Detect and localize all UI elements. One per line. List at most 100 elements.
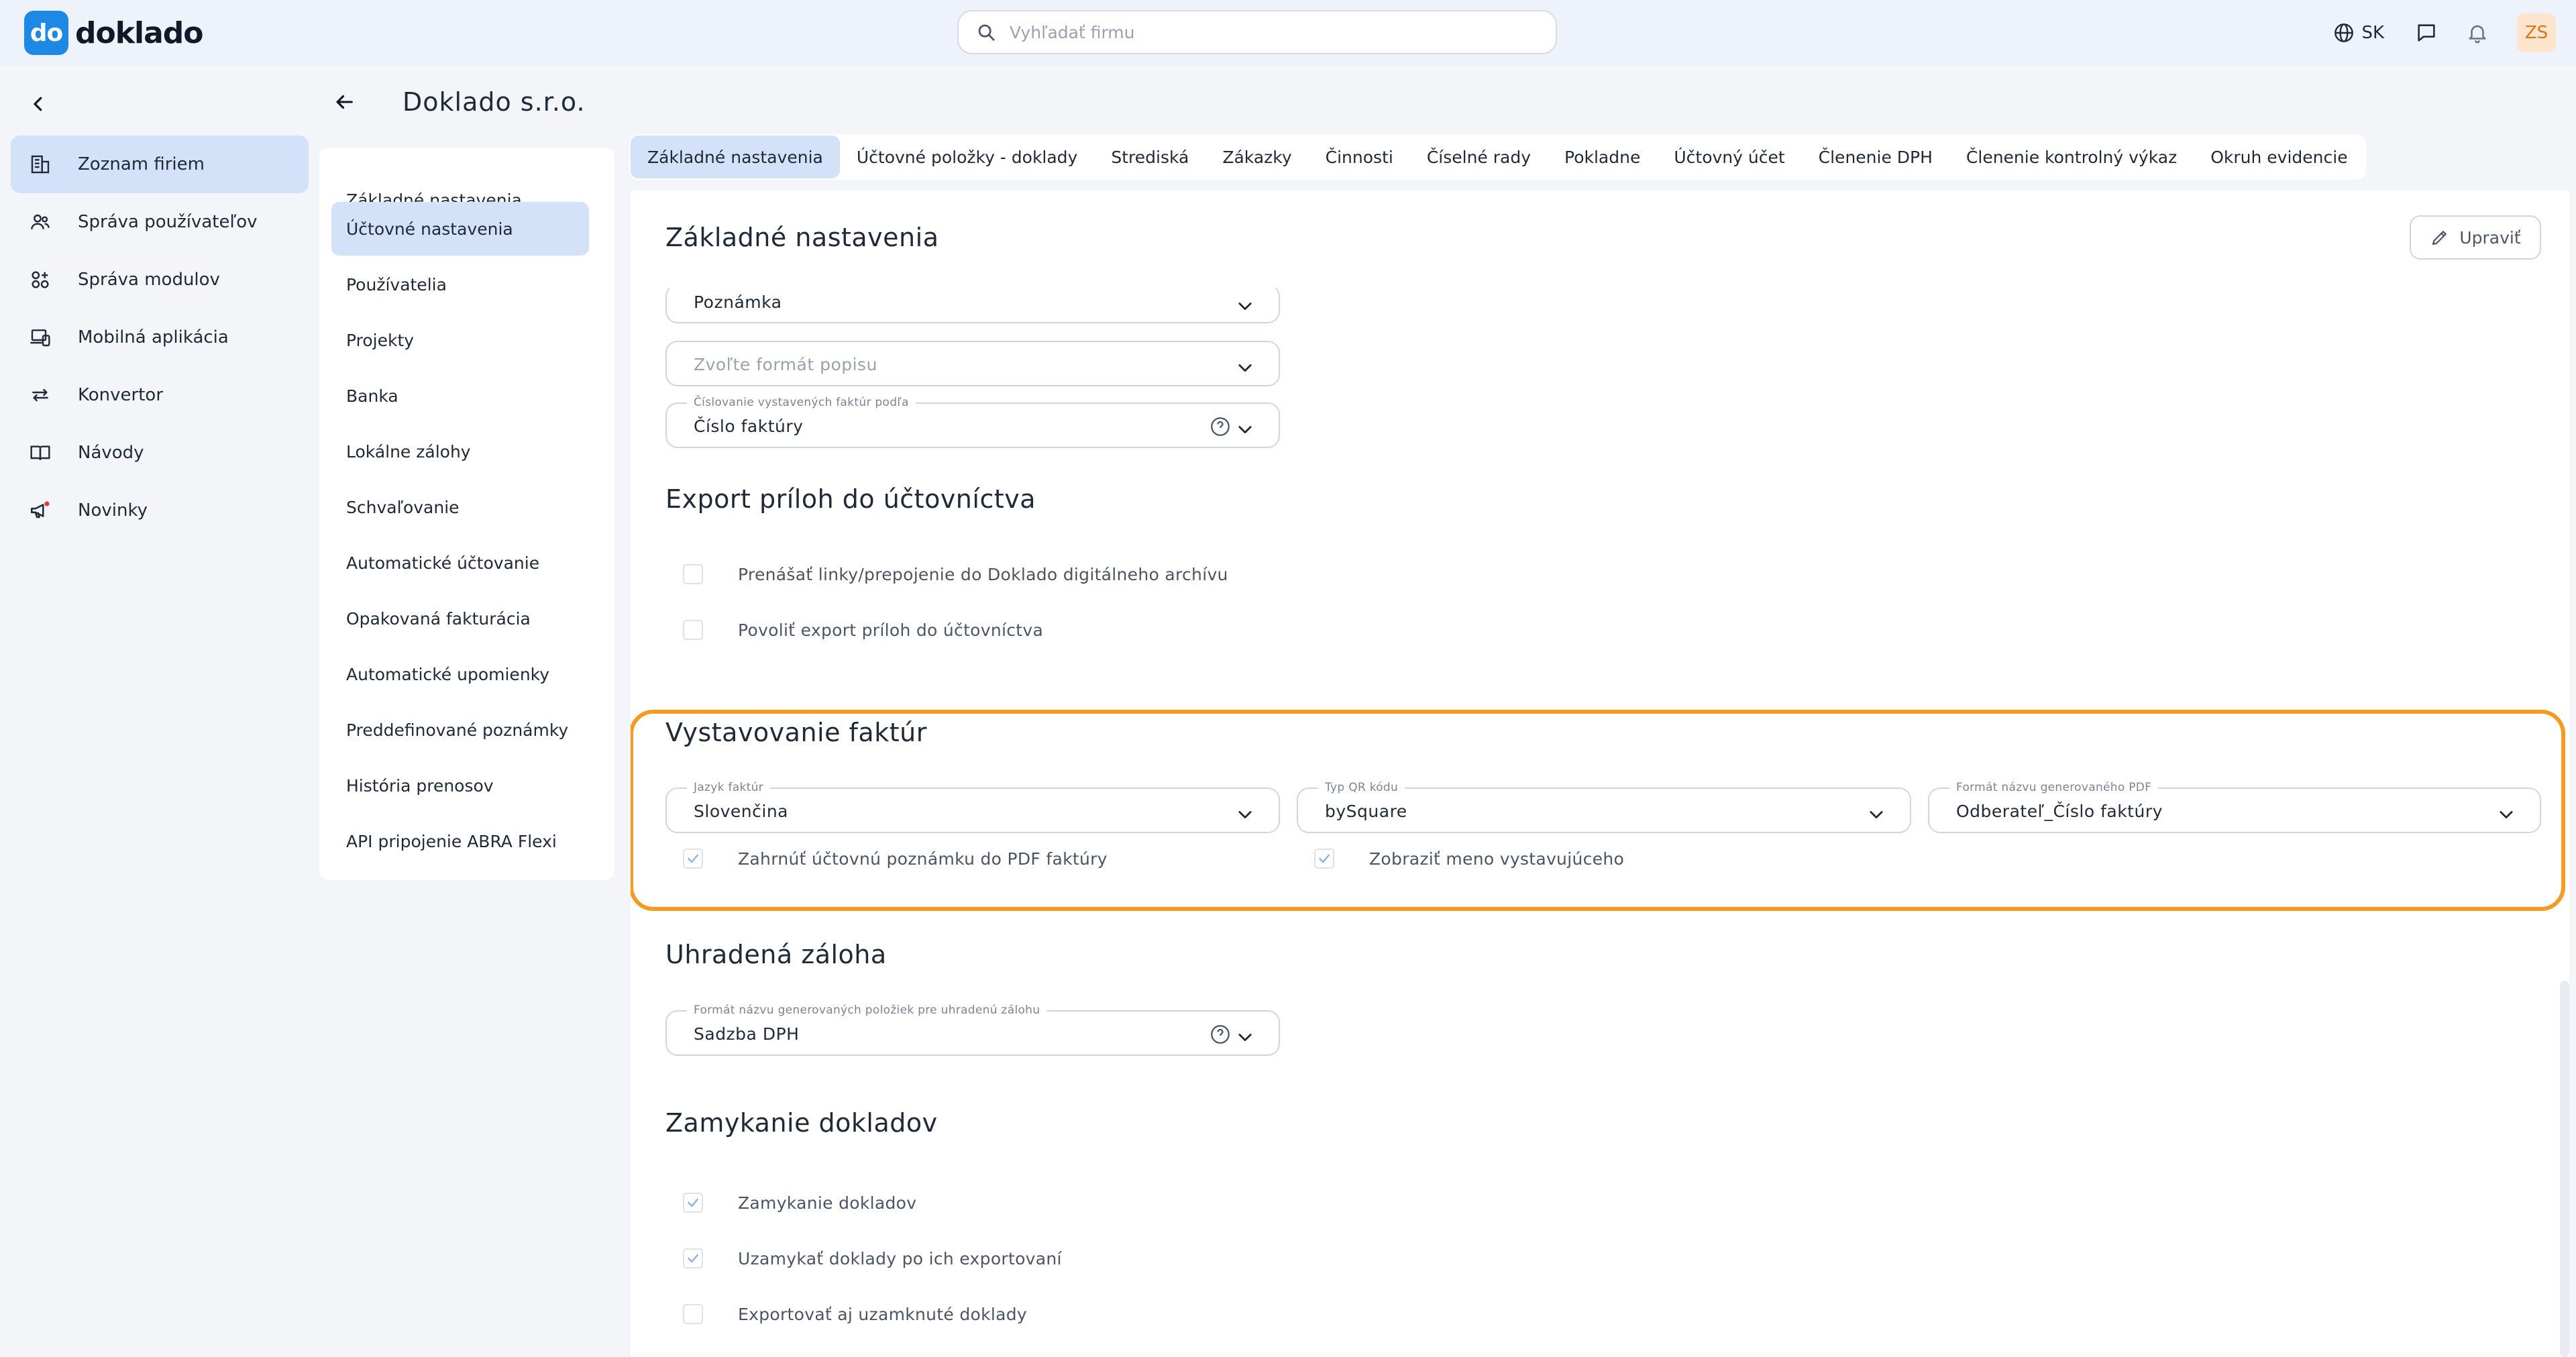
checkbox[interactable] xyxy=(683,1248,703,1268)
checkbox[interactable] xyxy=(683,564,703,584)
subnav-item-automaticke-upomienky[interactable]: Automatické upomienky xyxy=(331,647,589,701)
checkbox[interactable] xyxy=(683,620,703,640)
feedback-button[interactable] xyxy=(2415,21,2438,44)
description-format-placeholder: Zvoľte formát popisu xyxy=(694,355,877,374)
app-logo[interactable]: do doklado xyxy=(24,11,203,55)
language-switcher[interactable]: SK xyxy=(2333,22,2384,44)
checkbox-row-lock-after-export[interactable]: Uzamykať doklady po ich exportovaní xyxy=(683,1248,1062,1268)
subnav-item-uctovne-nastavenia[interactable]: Účtovné nastavenia xyxy=(331,202,589,256)
tab-cinnosti[interactable]: Činnosti xyxy=(1309,135,1410,178)
qr-type-label: Typ QR kódu xyxy=(1318,781,1405,794)
sidebar-item-navody[interactable]: Návody xyxy=(11,424,309,482)
help-icon[interactable] xyxy=(1209,1023,1232,1046)
checkbox-row-transfer-links[interactable]: Prenášať linky/prepojenie do Doklado dig… xyxy=(683,564,1228,584)
pdf-name-format-select[interactable]: Formát názvu generovaného PDF Odberateľ_… xyxy=(1928,781,2541,833)
settings-panel: Základné nastavenia Upraviť Poznámka Zvo… xyxy=(631,191,2569,1357)
subnav-item-lokalne-zalohy[interactable]: Lokálne zálohy xyxy=(331,425,589,478)
subnav-item-automaticke-uctovanie[interactable]: Automatické účtovanie xyxy=(331,536,589,590)
chevron-down-icon xyxy=(1238,811,1252,819)
subnav-item-pouzivatelia[interactable]: Používatelia xyxy=(331,258,589,311)
chevron-down-icon xyxy=(1238,303,1252,311)
checkbox-label: Exportovať aj uzamknuté doklady xyxy=(738,1304,1028,1324)
language-label: SK xyxy=(2361,23,2384,43)
subnav-item-historia-prenosov[interactable]: História prenosov xyxy=(331,759,589,812)
convert-arrows-icon xyxy=(27,384,54,406)
qr-type-select[interactable]: Typ QR kódu bySquare xyxy=(1297,781,1911,833)
subnav-item-schvalovanie[interactable]: Schvaľovanie xyxy=(331,480,589,534)
pdf-name-format-value: Odberateľ_Číslo faktúry xyxy=(1956,802,2163,821)
notifications-button[interactable] xyxy=(2466,21,2489,44)
checkbox-row-show-issuer[interactable]: Zobraziť meno vystavujúceho xyxy=(1314,849,1624,869)
checkbox[interactable] xyxy=(683,1304,703,1324)
checkbox-row-allow-export[interactable]: Povoliť export príloh do účtovníctva xyxy=(683,620,1043,640)
sidebar-item-mobilna-aplikacia[interactable]: Mobilná aplikácia xyxy=(11,309,309,366)
settings-tabs: Základné nastavenia Účtovné položky - do… xyxy=(629,134,2366,180)
scrollbar[interactable] xyxy=(2560,981,2569,1357)
main-sidebar: Zoznam firiem Správa používateľov Správa… xyxy=(0,66,315,1357)
invoice-language-select[interactable]: Jazyk faktúr Slovenčina xyxy=(665,781,1280,833)
note-select-value: Poznámka xyxy=(694,292,782,312)
tab-clenenie-dph[interactable]: Členenie DPH xyxy=(1802,135,1949,178)
tab-okruh-evidencie[interactable]: Okruh evidencie xyxy=(2194,135,2364,178)
invoice-language-label: Jazyk faktúr xyxy=(687,781,770,794)
tab-zakazky[interactable]: Zákazky xyxy=(1205,135,1308,178)
top-bar: do doklado SK ZS xyxy=(0,0,2576,66)
checkbox-row-export-locked[interactable]: Exportovať aj uzamknuté doklady xyxy=(683,1304,1027,1324)
checkbox-row-locking[interactable]: Zamykanie dokladov xyxy=(683,1193,916,1213)
tab-uctovny-ucet[interactable]: Účtovný účet xyxy=(1657,135,1801,178)
invoice-numbering-select[interactable]: Číslovanie vystavených faktúr podľa Čísl… xyxy=(665,396,1280,448)
note-select[interactable]: Poznámka xyxy=(665,284,1280,323)
checkbox-label: Prenášať linky/prepojenie do Doklado dig… xyxy=(738,564,1228,584)
description-format-select[interactable]: Zvoľte formát popisu xyxy=(665,341,1280,386)
checkbox-row-include-note[interactable]: Zahrnúť účtovnú poznámku do PDF faktúry xyxy=(683,849,1108,869)
checkbox[interactable] xyxy=(1314,849,1334,869)
tab-strediska[interactable]: Strediská xyxy=(1094,135,1205,178)
search-input[interactable] xyxy=(1010,22,1519,42)
back-arrow-icon[interactable] xyxy=(333,91,356,113)
checkbox-label: Zahrnúť účtovnú poznámku do PDF faktúry xyxy=(738,849,1108,869)
logo-text: doklado xyxy=(75,15,203,50)
deposit-format-select[interactable]: Formát názvu generovaných položiek pre u… xyxy=(665,1003,1280,1056)
check-icon xyxy=(688,1198,698,1207)
tab-clenenie-kontrolny-vykaz[interactable]: Členenie kontrolný výkaz xyxy=(1949,135,2194,178)
invoice-language-value: Slovenčina xyxy=(694,802,788,821)
mobile-app-icon xyxy=(27,327,54,348)
invoice-numbering-label: Číslovanie vystavených faktúr podľa xyxy=(687,396,916,409)
edit-button[interactable]: Upraviť xyxy=(2410,215,2541,260)
company-search xyxy=(957,10,1557,54)
company-title: Doklado s.r.o. xyxy=(402,87,586,117)
sidebar-item-label: Správa používateľov xyxy=(78,212,258,232)
collapse-sidebar-button[interactable] xyxy=(28,94,48,117)
settings-subnav: Základné nastavenia Účtovné nastavenia P… xyxy=(319,148,614,880)
logo-badge: do xyxy=(24,11,68,55)
sidebar-item-sprava-modulov[interactable]: Správa modulov xyxy=(11,251,309,309)
sidebar-item-label: Správa modulov xyxy=(78,270,220,290)
user-avatar[interactable]: ZS xyxy=(2517,13,2556,52)
sidebar-item-novinky[interactable]: Novinky xyxy=(11,482,309,539)
subnav-item-opakovana-fakturacia[interactable]: Opakovaná fakturácia xyxy=(331,592,589,645)
tab-uctovne-polozky[interactable]: Účtovné položky - doklady xyxy=(840,135,1095,178)
deposit-format-label: Formát názvu generovaných položiek pre u… xyxy=(687,1003,1047,1017)
sidebar-item-zoznam-firiem[interactable]: Zoznam firiem xyxy=(11,135,309,193)
check-icon xyxy=(688,854,698,863)
checkbox-label: Povoliť export príloh do účtovníctva xyxy=(738,620,1044,640)
bell-icon xyxy=(2469,25,2486,44)
checkbox[interactable] xyxy=(683,1193,703,1213)
megaphone-icon xyxy=(27,499,54,522)
chevron-down-icon xyxy=(2500,811,2513,819)
checkbox-label: Uzamykať doklady po ich exportovaní xyxy=(738,1248,1062,1268)
help-icon[interactable] xyxy=(1209,415,1232,438)
checkbox[interactable] xyxy=(683,849,703,869)
subnav-item-banka[interactable]: Banka xyxy=(331,369,589,423)
search-icon xyxy=(978,24,995,41)
tab-pokladne[interactable]: Pokladne xyxy=(1548,135,1657,178)
tab-ciselne-rady[interactable]: Číselné rady xyxy=(1410,135,1548,178)
tab-zakladne-nastavenia[interactable]: Základné nastavenia xyxy=(631,135,840,178)
subnav-item-preddefinovane-poznamky[interactable]: Preddefinované poznámky xyxy=(331,703,589,757)
sidebar-item-sprava-pouzivatelov[interactable]: Správa používateľov xyxy=(11,193,309,251)
export-section-title: Export príloh do účtovníctva xyxy=(665,484,1036,514)
deposit-format-value: Sadzba DPH xyxy=(694,1024,800,1044)
sidebar-item-konvertor[interactable]: Konvertor xyxy=(11,366,309,424)
subnav-item-api-abra-flexi[interactable]: API pripojenie ABRA Flexi xyxy=(331,814,589,868)
subnav-item-projekty[interactable]: Projekty xyxy=(331,313,589,367)
